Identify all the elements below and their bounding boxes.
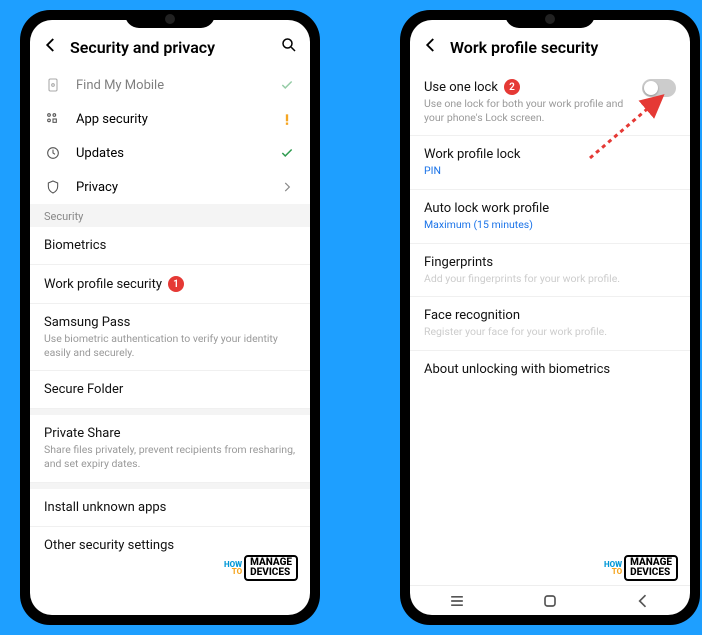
item-sub: Add your fingerprints for your work prof…	[424, 272, 676, 286]
android-navbar	[410, 585, 690, 615]
back-icon[interactable]	[422, 36, 440, 58]
item-label: Work profile lock	[424, 147, 520, 162]
row-label: Updates	[76, 146, 264, 161]
update-icon	[44, 145, 62, 161]
item-sub: Maximum (15 minutes)	[424, 218, 676, 232]
item-samsung-pass[interactable]: Samsung Pass Use biometric authenticatio…	[30, 304, 310, 371]
watermark: HOWTO MANAGEDEVICES	[604, 555, 678, 581]
item-work-profile-security[interactable]: Work profile security 1	[30, 265, 310, 304]
item-label: Work profile security	[44, 277, 162, 292]
item-label: Auto lock work profile	[424, 201, 549, 216]
location-icon	[44, 77, 62, 93]
item-install-unknown-apps[interactable]: Install unknown apps	[30, 489, 310, 527]
item-use-one-lock[interactable]: Use one lock 2 Use one lock for both you…	[410, 68, 690, 136]
chevron-right-icon	[278, 180, 296, 194]
screen-left: Security and privacy Find My Mobile App …	[30, 20, 310, 615]
item-label: About unlocking with biometrics	[424, 362, 610, 377]
row-label: App security	[76, 112, 264, 127]
back-icon[interactable]	[42, 36, 60, 58]
item-sub: Use biometric authentication to verify y…	[44, 332, 296, 359]
item-label: Samsung Pass	[44, 315, 130, 330]
item-label: Face recognition	[424, 308, 520, 323]
step-badge-1: 1	[168, 276, 184, 292]
item-secure-folder[interactable]: Secure Folder	[30, 371, 310, 409]
shield-icon	[44, 179, 62, 195]
settings-list: Use one lock 2 Use one lock for both you…	[410, 68, 690, 585]
grid-icon	[44, 111, 62, 127]
page-title: Work profile security	[450, 38, 678, 57]
item-work-profile-lock[interactable]: Work profile lock PIN	[410, 136, 690, 190]
item-label: Secure Folder	[44, 382, 123, 397]
item-label: Use one lock	[424, 80, 498, 95]
home-button[interactable]	[540, 591, 560, 611]
warning-icon	[278, 112, 296, 126]
item-label: Biometrics	[44, 238, 106, 253]
settings-list: Find My Mobile App security Updates Priv…	[30, 68, 310, 615]
section-header-security: Security	[30, 204, 310, 227]
row-label: Privacy	[76, 180, 264, 195]
back-button[interactable]	[633, 591, 653, 611]
item-biometrics[interactable]: Biometrics	[30, 227, 310, 265]
item-private-share[interactable]: Private Share Share files privately, pre…	[30, 415, 310, 482]
recents-button[interactable]	[447, 591, 467, 611]
item-label: Install unknown apps	[44, 500, 166, 515]
row-app-security[interactable]: App security	[30, 102, 310, 136]
check-icon	[278, 78, 296, 92]
item-auto-lock-work-profile[interactable]: Auto lock work profile Maximum (15 minut…	[410, 190, 690, 244]
item-label: Fingerprints	[424, 255, 493, 270]
watermark: HOWTO MANAGEDEVICES	[224, 555, 298, 581]
item-about-biometrics[interactable]: About unlocking with biometrics	[410, 351, 690, 388]
page-title: Security and privacy	[70, 38, 270, 57]
phone-frame-right: Work profile security Use one lock 2 Use…	[400, 10, 700, 625]
item-sub: Share files privately, prevent recipient…	[44, 443, 296, 470]
row-privacy[interactable]: Privacy	[30, 170, 310, 204]
search-icon[interactable]	[280, 36, 298, 58]
row-find-my-mobile[interactable]: Find My Mobile	[30, 68, 310, 102]
item-label: Other security settings	[44, 538, 174, 553]
item-label: Private Share	[44, 426, 121, 441]
phone-frame-left: Security and privacy Find My Mobile App …	[20, 10, 320, 625]
step-badge-2: 2	[504, 79, 520, 95]
screen-right: Work profile security Use one lock 2 Use…	[410, 20, 690, 615]
toggle-use-one-lock[interactable]	[642, 79, 676, 97]
row-label: Find My Mobile	[76, 78, 264, 93]
row-updates[interactable]: Updates	[30, 136, 310, 170]
check-icon	[278, 146, 296, 160]
item-sub: Register your face for your work profile…	[424, 325, 676, 339]
item-fingerprints[interactable]: Fingerprints Add your fingerprints for y…	[410, 244, 690, 298]
item-face-recognition[interactable]: Face recognition Register your face for …	[410, 297, 690, 351]
item-sub: Use one lock for both your work profile …	[424, 97, 634, 124]
item-sub: PIN	[424, 164, 676, 178]
